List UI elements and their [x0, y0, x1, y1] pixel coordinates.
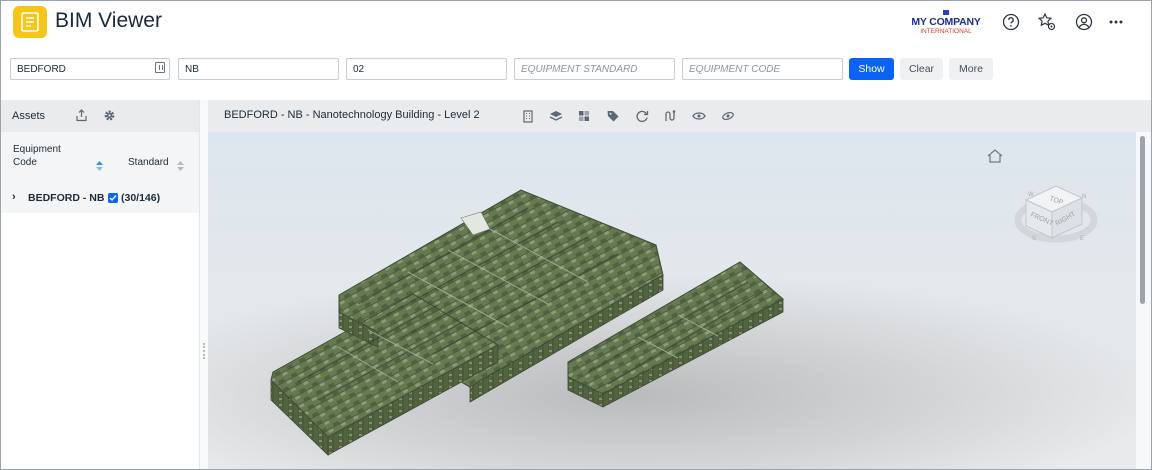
viewcube[interactable]: TOP FRONT RIGHT W N S E — [1014, 185, 1098, 243]
level-field[interactable] — [346, 58, 507, 80]
more-icon[interactable] — [1106, 12, 1126, 32]
gear-icon[interactable] — [103, 109, 116, 127]
tree-item-checkbox[interactable] — [108, 193, 118, 203]
explode-alt-icon[interactable] — [721, 109, 735, 123]
viewport-scrollbar[interactable] — [1136, 132, 1151, 469]
layers-icon[interactable] — [549, 109, 563, 123]
model-viewport[interactable]: TOP FRONT RIGHT W N S E — [208, 132, 1151, 469]
equipment-standard-field[interactable] — [514, 58, 675, 80]
home-icon[interactable] — [987, 149, 1003, 163]
tag-icon[interactable] — [606, 109, 620, 123]
building-icon[interactable] — [521, 109, 535, 123]
viewer-toolbar: BEDFORD - NB - Nanotechnology Building -… — [208, 100, 1151, 132]
building-model[interactable] — [270, 189, 784, 456]
route-icon[interactable] — [663, 109, 677, 123]
company-name: MY COMPANY — [911, 16, 981, 28]
site-field[interactable] — [10, 58, 170, 80]
col-equipment-code[interactable]: Equipment Code — [13, 143, 73, 169]
app-title: BIM Viewer — [55, 9, 162, 32]
assets-panel: Assets Equipment Code Standard › BEDFORD… — [1, 100, 199, 469]
compass-w: W — [1028, 192, 1034, 198]
tree-item-label: BEDFORD - NB — [28, 192, 105, 204]
user-icon[interactable] — [1074, 12, 1094, 32]
sort-active-icon[interactable] — [96, 158, 103, 176]
more-button[interactable]: More — [949, 58, 993, 80]
clear-button[interactable]: Clear — [900, 58, 943, 80]
chevron-right-icon[interactable]: › — [12, 191, 16, 203]
refresh-icon[interactable] — [635, 109, 649, 123]
clipboard-icon — [13, 6, 47, 38]
company-sub: INTERNATIONAL — [920, 28, 972, 35]
assets-panel-header: Assets — [1, 100, 199, 132]
equipment-code-field[interactable] — [682, 58, 843, 80]
bim-viewer-app: BIM Viewer MY COMPANY INTERNATIONAL Show… — [0, 0, 1152, 470]
drag-handle[interactable] — [203, 343, 205, 359]
tree-item-count: (30/146) — [121, 192, 161, 204]
tree-item[interactable]: › BEDFORD - NB (30/146) — [1, 183, 199, 213]
assets-title: Assets — [12, 110, 46, 122]
explode-icon[interactable] — [692, 109, 706, 123]
logo-crown-icon — [943, 10, 949, 15]
scrollbar-thumb[interactable] — [1140, 136, 1145, 304]
company-logo: MY COMPANY INTERNATIONAL — [906, 10, 986, 36]
export-icon[interactable] — [75, 109, 88, 127]
compass-n: N — [1082, 194, 1086, 200]
compass-s: S — [1032, 236, 1036, 242]
building-field[interactable] — [178, 58, 339, 80]
show-button[interactable]: Show — [849, 58, 894, 80]
favorite-settings-icon[interactable] — [1037, 12, 1057, 32]
viewer-title: BEDFORD - NB - Nanotechnology Building -… — [224, 109, 480, 121]
picker-icon[interactable] — [155, 62, 165, 73]
help-icon[interactable] — [1001, 12, 1021, 32]
grid-icon[interactable] — [577, 109, 591, 123]
col-standard[interactable]: Standard — [128, 157, 169, 168]
panel-splitter[interactable] — [199, 100, 208, 469]
compass-e: E — [1080, 236, 1084, 242]
app-header: BIM Viewer MY COMPANY INTERNATIONAL — [1, 1, 1151, 45]
sort-icon[interactable] — [177, 158, 184, 176]
